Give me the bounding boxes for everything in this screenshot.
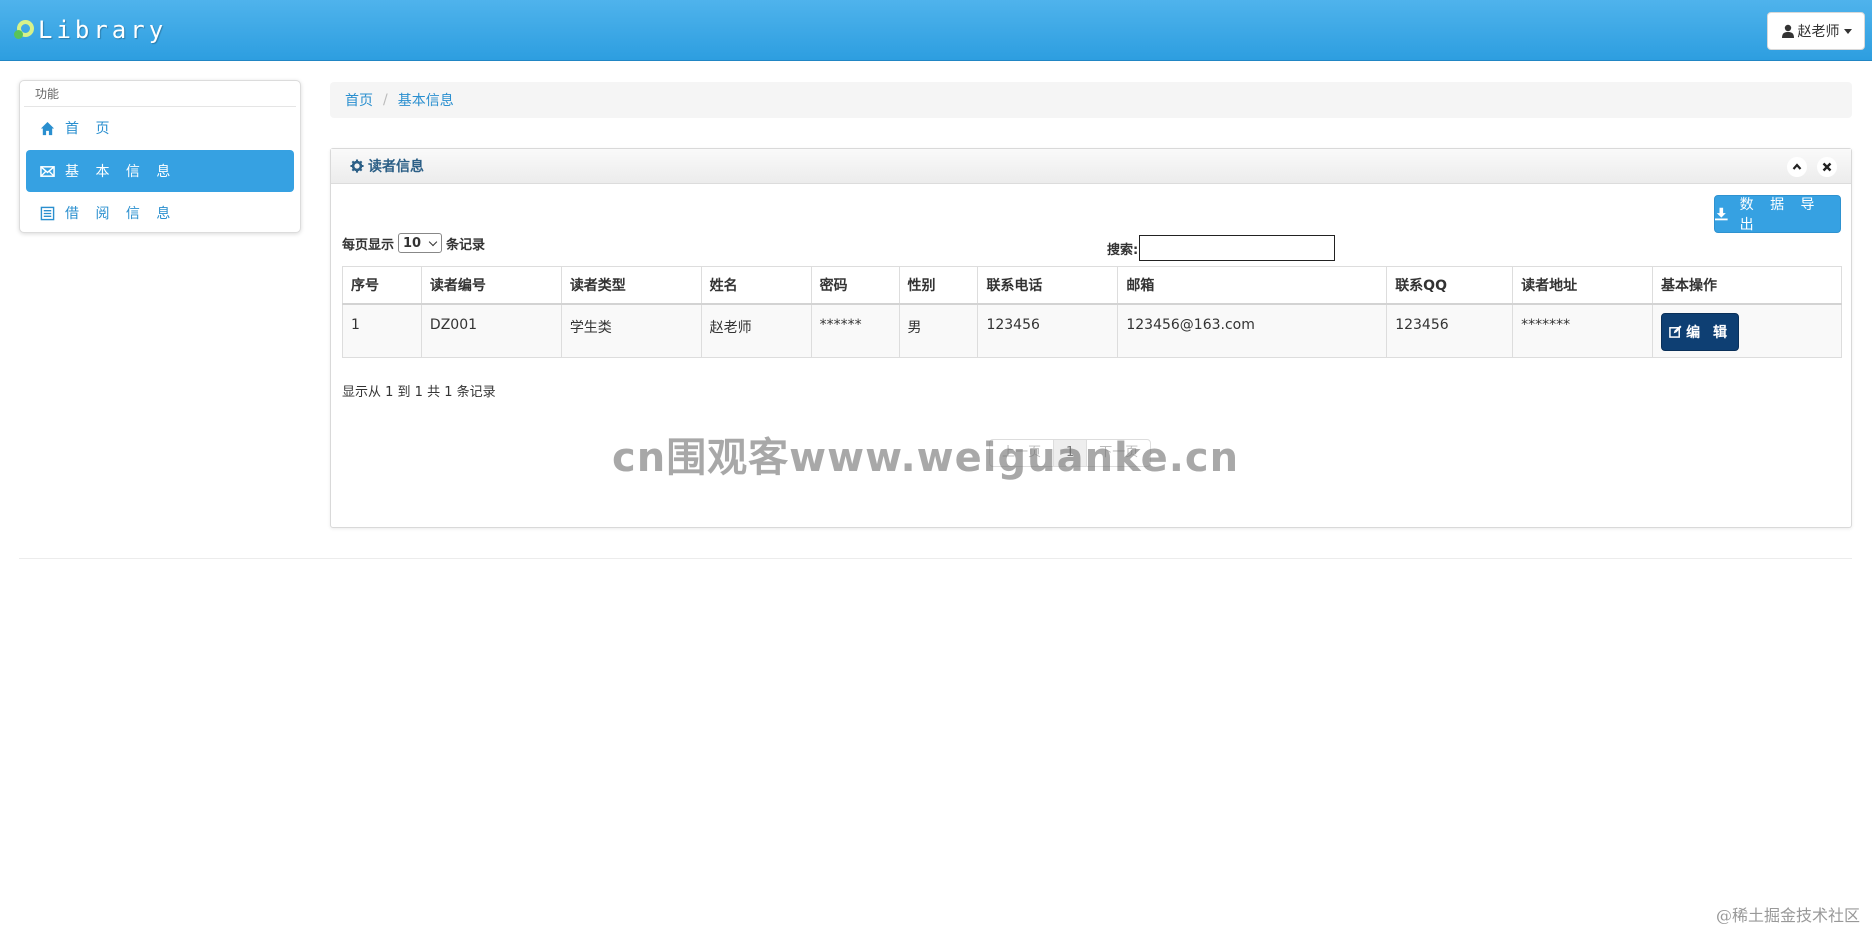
panel-actions [1787,157,1837,177]
sidebar-item-label: 基 本 信 息 [65,164,177,180]
table-header-row: 序号 读者编号 读者类型 姓名 密码 性别 联系电话 邮箱 联系QQ 读者地址 … [342,266,1842,305]
breadcrumb: 首页 / 基本信息 [330,82,1852,118]
cell-qq: 123456 [1386,303,1514,358]
sidebar-header: 功能 [24,81,296,107]
search-input[interactable] [1139,235,1336,261]
cell-gender: 男 [898,303,979,358]
divider [19,558,1852,559]
export-label: 数 据 导 出 [1739,197,1821,233]
sidebar-item-label: 借 阅 信 息 [65,206,177,222]
panel-title-text: 读者信息 [368,159,424,175]
cell-email: 123456@163.com [1117,303,1388,358]
breadcrumb-home-link[interactable]: 首页 [345,90,373,110]
cell-password: ****** [810,303,900,358]
close-icon [1822,162,1832,172]
column-header[interactable]: 读者类型 [560,266,702,305]
collapse-button[interactable] [1787,157,1807,177]
cell-phone: 123456 [977,303,1119,358]
footer-watermark: @稀土掘金技术社区 [1715,906,1860,925]
sidebar: 功能 首 页 基 本 信 息 借 阅 信 息 [19,80,301,233]
sidebar-item-label: 首 页 [65,121,116,137]
search-label: 搜索: [1107,242,1139,258]
user-menu-button[interactable]: 赵老师 [1767,12,1865,50]
edit-button[interactable]: 编 辑 [1661,312,1740,351]
column-header[interactable]: 性别 [898,266,979,305]
column-header[interactable]: 读者编号 [420,266,562,305]
edit-icon [1669,325,1682,338]
page-length-value: 10 [403,235,422,251]
column-header[interactable]: 密码 [810,266,900,305]
sidebar-item-basic-info[interactable]: 基 本 信 息 [26,150,294,192]
search-control: 搜索: [1107,235,1336,261]
column-header[interactable]: 读者地址 [1512,266,1654,305]
panel-title: 读者信息 [350,156,424,176]
user-name: 赵老师 [1797,24,1840,40]
table-row: 1 DZ001 学生类 赵老师 ****** 男 123456 123456@1… [342,303,1842,358]
user-icon [1781,24,1794,38]
gear-icon [350,159,364,173]
length-prefix: 每页显示 [342,237,395,253]
page-length-select[interactable]: 10 [398,233,443,253]
sidebar-item-home[interactable]: 首 页 [26,108,294,148]
watermark: cn围观客www.weiguanke.cn [612,435,1240,481]
envelope-icon [40,165,55,177]
brand[interactable]: Library [14,14,167,46]
column-header[interactable]: 邮箱 [1117,266,1388,305]
cell-actions: 编 辑 [1652,303,1842,358]
brand-title: Library [38,16,168,44]
download-icon [1715,207,1728,221]
cell-address: ******* [1512,303,1654,358]
cell-index: 1 [342,303,422,358]
column-header: 基本操作 [1652,266,1842,305]
column-header[interactable]: 序号 [342,266,422,305]
chevron-down-icon [1843,28,1852,34]
chevron-down-icon [428,237,438,247]
cell-name: 赵老师 [700,303,812,358]
length-suffix: 条记录 [446,237,486,253]
cell-reader-id: DZ001 [420,303,562,358]
column-header[interactable]: 联系电话 [977,266,1119,305]
reader-table: 序号 读者编号 读者类型 姓名 密码 性别 联系电话 邮箱 联系QQ 读者地址 … [342,266,1842,358]
close-button[interactable] [1817,157,1837,177]
list-icon [40,206,55,220]
edit-label: 编 辑 [1686,324,1731,341]
breadcrumb-separator: / [383,92,388,108]
sidebar-item-borrow-info[interactable]: 借 阅 信 息 [26,193,294,233]
table-info: 显示从 1 到 1 共 1 条记录 [342,385,496,400]
cell-reader-type: 学生类 [560,303,702,358]
page-length-control: 每页显示 10 条记录 [342,233,485,253]
library-logo-icon [14,19,36,41]
home-icon [40,121,55,135]
panel-heading: 读者信息 [331,149,1851,184]
column-header[interactable]: 姓名 [700,266,812,305]
breadcrumb-current-link[interactable]: 基本信息 [398,90,454,110]
column-header[interactable]: 联系QQ [1386,266,1514,305]
top-navbar: Library 赵老师 [0,0,1872,61]
export-data-button[interactable]: 数 据 导 出 [1714,195,1841,233]
chevron-up-icon [1792,163,1802,170]
